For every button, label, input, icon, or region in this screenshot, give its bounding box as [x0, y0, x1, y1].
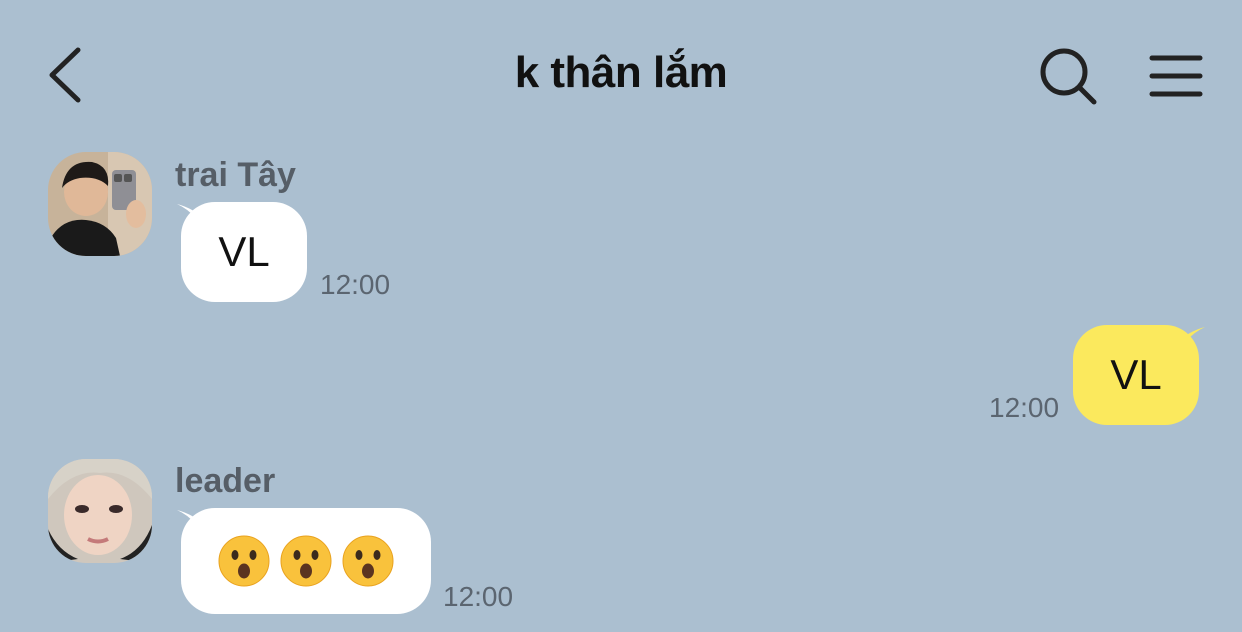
- chevron-left-icon: [49, 47, 81, 103]
- hushed-face-emoji-icon: [342, 535, 394, 587]
- profile-photo-icon: [48, 459, 152, 563]
- message-bubble[interactable]: VL: [181, 202, 307, 302]
- message-text: VL: [218, 228, 270, 275]
- message-timestamp: 12:00: [989, 392, 1060, 423]
- chat-header: k thân lắm: [0, 0, 1242, 150]
- message-bubble[interactable]: [181, 508, 431, 614]
- search-icon: [1040, 48, 1097, 105]
- message-bubble[interactable]: VL: [1073, 325, 1199, 425]
- hushed-face-emoji-icon: [218, 535, 270, 587]
- emoji-row: [217, 534, 395, 588]
- sender-name: leader: [175, 462, 276, 500]
- menu-button[interactable]: [1144, 46, 1208, 106]
- message-text: VL: [1110, 351, 1162, 398]
- sender-name: trai Tây: [175, 156, 296, 194]
- avatar-trai-tay[interactable]: [48, 152, 152, 256]
- message-timestamp: 12:00: [320, 269, 391, 300]
- message-timestamp: 12:00: [443, 581, 514, 612]
- hamburger-menu-icon: [1149, 55, 1203, 97]
- avatar-leader[interactable]: [48, 459, 152, 563]
- hushed-face-emoji-icon: [280, 535, 332, 587]
- back-button[interactable]: [40, 40, 100, 110]
- profile-photo-icon: [48, 152, 152, 256]
- search-button[interactable]: [1036, 44, 1102, 110]
